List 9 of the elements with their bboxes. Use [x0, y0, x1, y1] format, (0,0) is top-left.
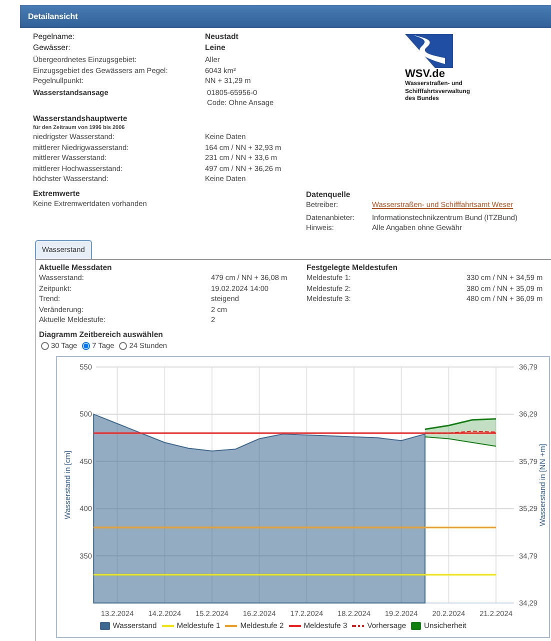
header-title: Detailansicht	[20, 5, 551, 28]
bound-line	[424, 436, 496, 446]
uncertainty-band	[424, 418, 496, 446]
radio-button[interactable]	[41, 342, 49, 350]
logo-title: WSV.de	[405, 68, 446, 80]
radio-button[interactable]	[119, 342, 128, 350]
forecast-line	[424, 430, 496, 434]
wave-logo-icon	[405, 34, 453, 68]
radio-button[interactable]	[82, 342, 90, 350]
